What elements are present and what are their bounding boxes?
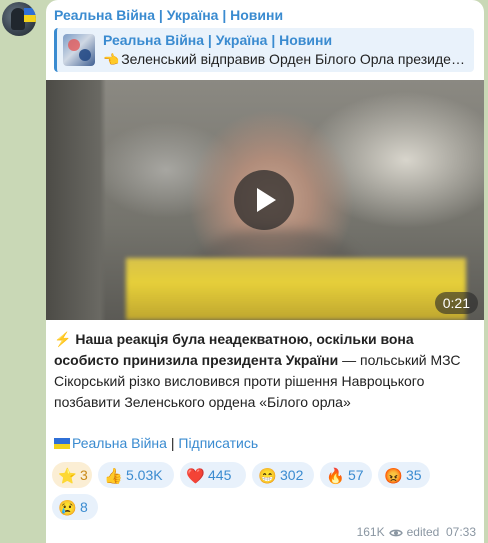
channel-avatar[interactable] bbox=[2, 2, 36, 36]
reaction-angry[interactable]: 😡 35 bbox=[378, 462, 430, 488]
reaction-thumbs-up[interactable]: 👍 5.03K bbox=[98, 462, 174, 488]
ukraine-flag-icon bbox=[54, 438, 70, 449]
reaction-count: 302 bbox=[280, 467, 304, 483]
view-count: 161K bbox=[356, 525, 385, 539]
lightning-icon: ⚡ bbox=[54, 331, 72, 347]
reaction-heart[interactable]: ❤️ 445 bbox=[180, 462, 246, 488]
channel-footer: Реальна Війна | Підписатись bbox=[54, 435, 258, 451]
video-shadow bbox=[46, 80, 106, 320]
ukraine-flag-icon bbox=[24, 8, 36, 22]
reaction-count: 3 bbox=[80, 467, 88, 483]
reaction-paid-star[interactable]: ⭐ 3 bbox=[52, 462, 92, 488]
message-caption: ⚡ Наша реакція була неадекватною, оскіль… bbox=[54, 329, 476, 413]
angry-face-icon: 😡 bbox=[384, 468, 403, 485]
reaction-count: 5.03K bbox=[126, 467, 163, 483]
fire-icon: 🔥 bbox=[326, 468, 345, 485]
reaction-cry[interactable]: 😢 8 bbox=[52, 494, 98, 520]
star-icon: ⭐ bbox=[58, 468, 77, 485]
reply-text: Зеленський відправив Орден Білого Орла п… bbox=[121, 51, 465, 67]
grin-icon: 😁 bbox=[258, 468, 277, 485]
reply-text-line: 👈 Зеленський відправив Орден Білого Орла … bbox=[103, 51, 473, 68]
reaction-count: 57 bbox=[348, 467, 364, 483]
avatar-figure bbox=[11, 8, 25, 30]
pointing-hand-icon: 👈 bbox=[103, 52, 120, 67]
video-player[interactable]: 0:21 bbox=[46, 80, 484, 320]
subscribe-link[interactable]: Підписатись bbox=[178, 435, 258, 451]
reaction-grin[interactable]: 😁 302 bbox=[252, 462, 314, 488]
channel-link[interactable]: Реальна Війна bbox=[72, 435, 167, 451]
message-time: 07:33 bbox=[445, 525, 476, 539]
eye-icon bbox=[388, 529, 403, 537]
video-duration: 0:21 bbox=[434, 292, 478, 314]
reaction-count: 8 bbox=[80, 499, 88, 515]
message-meta: 161K edited 07:33 bbox=[357, 525, 476, 539]
reply-title: Реальна Війна | Україна | Новини bbox=[103, 32, 333, 48]
reaction-count: 35 bbox=[406, 467, 422, 483]
reply-preview[interactable]: Реальна Війна | Україна | Новини 👈 Зеленс… bbox=[54, 28, 474, 72]
heart-icon: ❤️ bbox=[186, 468, 205, 485]
edited-label: edited bbox=[406, 525, 440, 539]
message-bubble: Реальна Війна | Україна | Новини Реальна… bbox=[46, 0, 484, 543]
play-button[interactable] bbox=[234, 170, 294, 230]
video-yellow-area bbox=[126, 258, 466, 320]
footer-separator: | bbox=[166, 435, 179, 451]
crying-face-icon: 😢 bbox=[58, 500, 77, 517]
reply-thumbnail bbox=[63, 34, 95, 66]
reaction-count: 445 bbox=[208, 467, 232, 483]
reaction-fire[interactable]: 🔥 57 bbox=[320, 462, 372, 488]
channel-name[interactable]: Реальна Війна | Україна | Новини bbox=[54, 7, 283, 23]
thumbs-up-icon: 👍 bbox=[104, 468, 123, 485]
play-icon bbox=[257, 188, 276, 212]
